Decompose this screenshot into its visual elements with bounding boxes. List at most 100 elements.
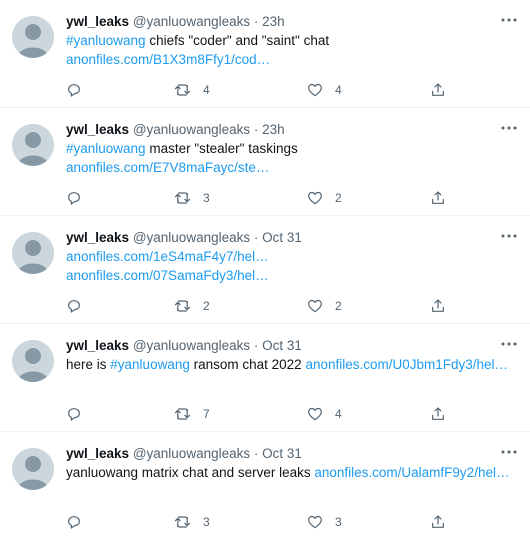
retweet-count: 3 — [203, 191, 210, 205]
url-link[interactable]: anonfiles.com/07SamaFdy3/hel… — [66, 268, 269, 283]
more-icon[interactable] — [500, 119, 518, 137]
user-handle[interactable]: @yanluowangleaks — [133, 338, 250, 353]
url-link[interactable]: anonfiles.com/B1X3m8Ffy1/cod… — [66, 52, 270, 67]
tweet-content: ywl_leaks @yanluowangleaks · Oct 31 anon… — [66, 229, 518, 285]
reply-icon — [68, 516, 80, 529]
timestamp[interactable]: 23h — [262, 14, 285, 29]
like-count: 2 — [335, 191, 342, 205]
tweet-text-line: anonfiles.com/E7V8maFayc/ste… — [66, 158, 518, 177]
url-link[interactable]: anonfiles.com/U0Jbm1Fdy3/hel… — [305, 357, 508, 372]
like-count: 3 — [335, 515, 342, 529]
tweet[interactable]: ywl_leaks @yanluowangleaks · Oct 31 yanl… — [0, 432, 530, 540]
hashtag-link[interactable]: #yanluowang — [66, 141, 146, 156]
avatar[interactable] — [12, 340, 54, 382]
like-count: 4 — [335, 407, 342, 421]
retweet-count: 7 — [203, 407, 210, 421]
tweet-text-line: here is #yanluowang ransom chat 2022 ano… — [66, 355, 518, 374]
like-count: 4 — [335, 83, 342, 97]
separator-dot: · — [253, 338, 259, 353]
share-button[interactable] — [430, 512, 446, 532]
retweet-icon — [174, 300, 191, 312]
reply-button[interactable] — [66, 188, 94, 208]
retweet-button[interactable]: 3 — [174, 512, 210, 532]
more-icon[interactable] — [500, 11, 518, 29]
separator-dot: · — [253, 446, 259, 461]
tweet-text-segment: here is — [66, 357, 111, 372]
share-button[interactable] — [430, 296, 446, 316]
retweet-button[interactable]: 2 — [174, 296, 210, 316]
tweet-header: ywl_leaks @yanluowangleaks · 23h — [66, 13, 518, 31]
like-button[interactable]: 4 — [307, 404, 342, 424]
like-button[interactable]: 2 — [307, 188, 342, 208]
like-button[interactable]: 2 — [307, 296, 342, 316]
tweet-content: ywl_leaks @yanluowangleaks · Oct 31 here… — [66, 337, 518, 374]
display-name[interactable]: ywl_leaks — [66, 446, 129, 461]
tweet-text-segment: chiefs "coder" and "saint" chat — [145, 33, 330, 48]
share-icon — [432, 299, 444, 312]
retweet-button[interactable]: 3 — [174, 188, 210, 208]
reply-button[interactable] — [66, 80, 94, 100]
heart-icon — [308, 83, 322, 97]
tweet-content: ywl_leaks @yanluowangleaks · Oct 31 yanl… — [66, 445, 518, 482]
share-button[interactable] — [430, 80, 446, 100]
reply-icon — [68, 84, 80, 97]
share-icon — [432, 407, 444, 420]
timestamp[interactable]: Oct 31 — [262, 446, 302, 461]
like-button[interactable]: 3 — [307, 512, 342, 532]
user-handle[interactable]: @yanluowangleaks — [133, 230, 250, 245]
timestamp[interactable]: Oct 31 — [262, 338, 302, 353]
tweet-feed: ywl_leaks @yanluowangleaks · 23h #yanluo… — [0, 0, 530, 540]
reply-button[interactable] — [66, 296, 94, 316]
more-icon[interactable] — [500, 227, 518, 245]
avatar[interactable] — [12, 124, 54, 166]
heart-icon — [308, 515, 322, 529]
more-icon[interactable] — [500, 443, 518, 461]
tweet-text-segment: ransom chat 2022 — [189, 357, 306, 372]
display-name[interactable]: ywl_leaks — [66, 230, 129, 245]
like-button[interactable]: 4 — [307, 80, 342, 100]
avatar[interactable] — [12, 16, 54, 58]
separator-dot: · — [253, 122, 259, 137]
retweet-count: 2 — [203, 299, 210, 313]
tweet-actions: 3 3 — [66, 512, 518, 532]
tweet[interactable]: ywl_leaks @yanluowangleaks · 23h #yanluo… — [0, 0, 530, 108]
avatar[interactable] — [12, 232, 54, 274]
tweet[interactable]: ywl_leaks @yanluowangleaks · Oct 31 anon… — [0, 216, 530, 324]
retweet-button[interactable]: 4 — [174, 80, 210, 100]
tweet-actions: 4 4 — [66, 80, 518, 100]
share-button[interactable] — [430, 404, 446, 424]
reply-button[interactable] — [66, 512, 94, 532]
user-handle[interactable]: @yanluowangleaks — [133, 14, 250, 29]
retweet-button[interactable]: 7 — [174, 404, 210, 424]
tweet[interactable]: ywl_leaks @yanluowangleaks · Oct 31 here… — [0, 324, 530, 432]
avatar[interactable] — [12, 448, 54, 490]
user-handle[interactable]: @yanluowangleaks — [133, 122, 250, 137]
display-name[interactable]: ywl_leaks — [66, 122, 129, 137]
reply-icon — [68, 192, 80, 205]
tweet-text-segment: master "stealer" taskings — [145, 141, 298, 156]
hashtag-link[interactable]: #yanluowang — [110, 357, 190, 372]
display-name[interactable]: ywl_leaks — [66, 338, 129, 353]
heart-icon — [308, 299, 322, 313]
retweet-icon — [174, 84, 191, 96]
separator-dot: · — [253, 14, 259, 29]
heart-icon — [308, 407, 322, 421]
url-link[interactable]: anonfiles.com/E7V8maFayc/ste… — [66, 160, 269, 175]
user-handle[interactable]: @yanluowangleaks — [133, 446, 250, 461]
share-button[interactable] — [430, 188, 446, 208]
reply-button[interactable] — [66, 404, 94, 424]
timestamp[interactable]: Oct 31 — [262, 230, 302, 245]
tweet-text-line: yanluowang matrix chat and server leaks … — [66, 463, 518, 482]
retweet-icon — [174, 516, 191, 528]
separator-dot: · — [253, 230, 259, 245]
more-icon[interactable] — [500, 335, 518, 353]
timestamp[interactable]: 23h — [262, 122, 285, 137]
display-name[interactable]: ywl_leaks — [66, 14, 129, 29]
url-link[interactable]: anonfiles.com/UalamfF9y2/hel… — [314, 465, 509, 480]
share-icon — [432, 515, 444, 528]
share-icon — [432, 83, 444, 96]
tweet-text-line: anonfiles.com/07SamaFdy3/hel… — [66, 266, 518, 285]
hashtag-link[interactable]: #yanluowang — [66, 33, 146, 48]
url-link[interactable]: anonfiles.com/1eS4maF4y7/hel… — [66, 249, 269, 264]
tweet[interactable]: ywl_leaks @yanluowangleaks · 23h #yanluo… — [0, 108, 530, 216]
